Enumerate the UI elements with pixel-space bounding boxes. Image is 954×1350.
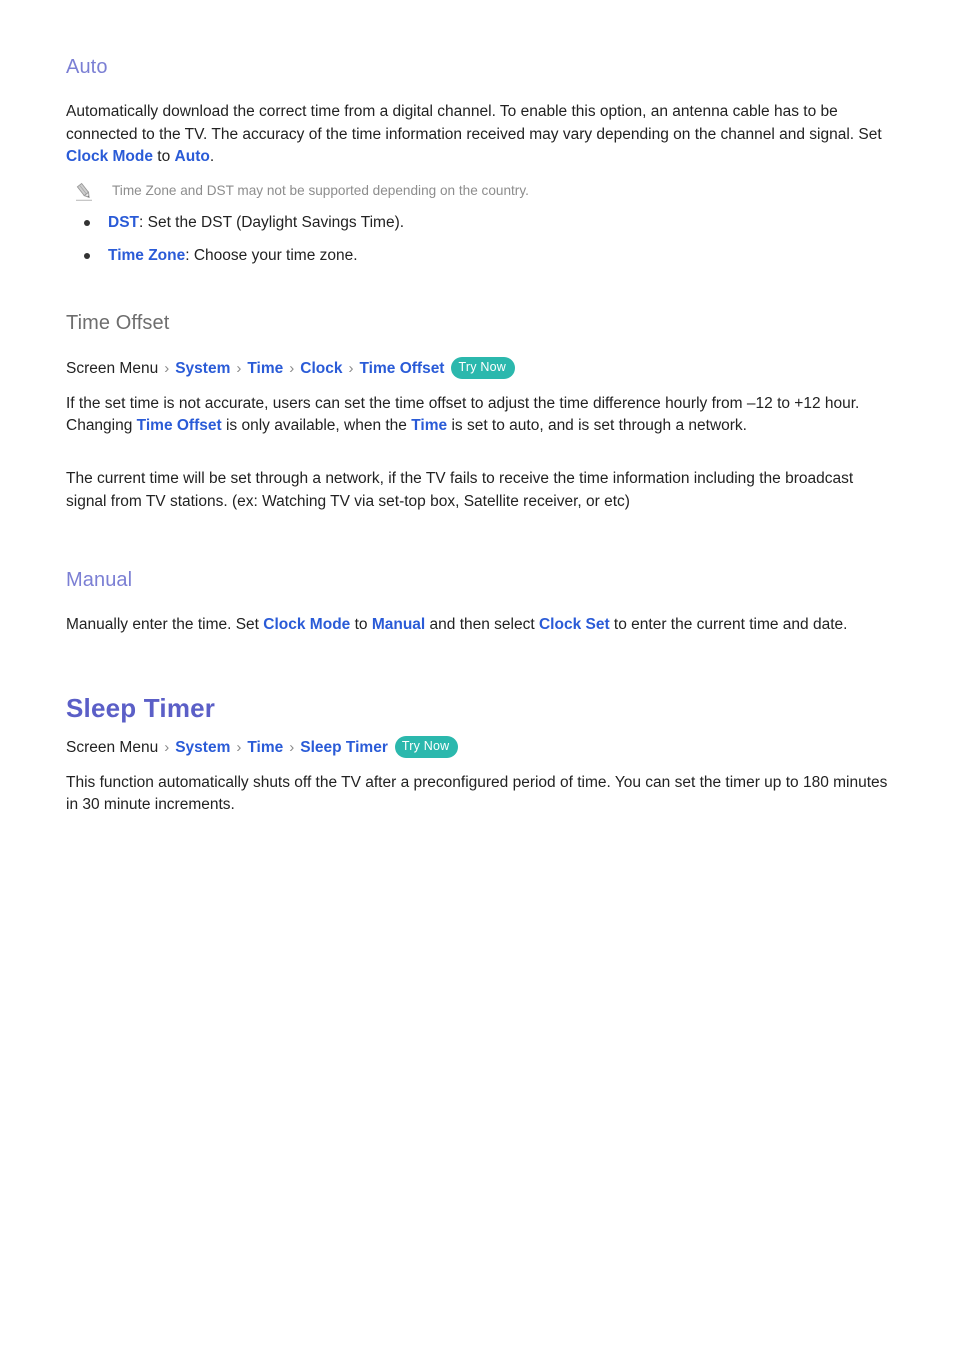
link-time-zone[interactable]: Time Zone [108,247,185,264]
chevron-right-icon: › [236,738,242,756]
auto-description-paragraph: Automatically download the correct time … [66,101,888,169]
manual-paragraph-part1: Manually enter the time. Set [66,616,264,634]
chevron-right-icon: › [164,359,170,377]
chevron-right-icon: › [236,359,242,377]
link-manual[interactable]: Manual [372,616,425,633]
time-offset-paragraph-2: The current time will be set through a n… [66,469,854,510]
chevron-right-icon: › [289,738,295,756]
document-page: Auto Automatically download the correct … [0,0,954,817]
note-row: Time Zone and DST may not be supported d… [74,181,888,202]
try-now-badge[interactable]: Try Now [451,357,515,379]
time-offset-p1-part3: is set to auto, and is set through a net… [447,417,747,435]
breadcrumb-sleep-timer: Screen Menu › System › Time › Sleep Time… [66,736,888,760]
chevron-right-icon: › [164,738,170,756]
breadcrumb-item-clock[interactable]: Clock [300,357,342,381]
breadcrumb-item-time-offset[interactable]: Time Offset [359,357,444,381]
list-item: DST: Set the DST (Daylight Savings Time)… [66,212,888,234]
breadcrumb-item-time[interactable]: Time [247,736,283,760]
section-heading-manual: Manual [66,569,133,592]
manual-paragraph-part2: to [350,616,372,634]
breadcrumb-item-time[interactable]: Time [247,357,283,381]
manual-paragraph-part4: to enter the current time and date. [609,616,848,634]
try-now-badge[interactable]: Try Now [394,736,459,758]
link-dst[interactable]: DST [108,214,139,231]
list-item: Time Zone: Choose your time zone. [66,245,888,267]
time-offset-p1-part2: is only available, when the [221,417,412,435]
breadcrumb-item-sleep-timer[interactable]: Sleep Timer [300,736,388,760]
pencil-icon [74,182,94,202]
breadcrumb-time-offset: Screen Menu › System › Time › Clock › Ti… [66,357,888,381]
bullet-dot-icon [84,219,90,226]
bullet-time-zone-description: : Choose your time zone. [185,246,358,264]
chevron-right-icon: › [289,359,295,377]
link-auto[interactable]: Auto [175,148,210,165]
auto-paragraph-part3: . [209,148,215,166]
link-clock-mode[interactable]: Clock Mode [263,616,350,633]
bullet-dot-icon [84,252,90,259]
link-time[interactable]: Time [411,417,447,434]
bullet-dst-description: : Set the DST (Daylight Savings Time). [139,213,405,231]
breadcrumb-item-system[interactable]: System [175,357,230,381]
link-clock-mode[interactable]: Clock Mode [66,148,153,165]
link-time-offset[interactable]: Time Offset [137,417,222,434]
manual-paragraph-part3: and then select [425,616,539,634]
breadcrumb-item-system[interactable]: System [175,736,230,760]
section-heading-time-offset: Time Offset [66,311,170,334]
breadcrumb-root: Screen Menu [66,359,159,377]
note-text: Time Zone and DST may not be supported d… [112,182,529,198]
manual-description-paragraph: Manually enter the time. Set Clock Mode … [66,614,888,637]
breadcrumb-root: Screen Menu [66,738,159,756]
auto-paragraph-part2: to [152,148,175,166]
time-offset-paragraph-1: If the set time is not accurate, users c… [66,393,888,438]
link-clock-set[interactable]: Clock Set [539,616,610,633]
sleep-timer-paragraph: This function automatically shuts off th… [66,773,888,814]
section-heading-auto: Auto [66,56,108,78]
page-title-sleep-timer: Sleep Timer [66,692,216,723]
auto-bullet-list: DST: Set the DST (Daylight Savings Time)… [66,212,888,267]
auto-paragraph-part1: Automatically download the correct time … [66,103,882,143]
chevron-right-icon: › [348,359,354,377]
